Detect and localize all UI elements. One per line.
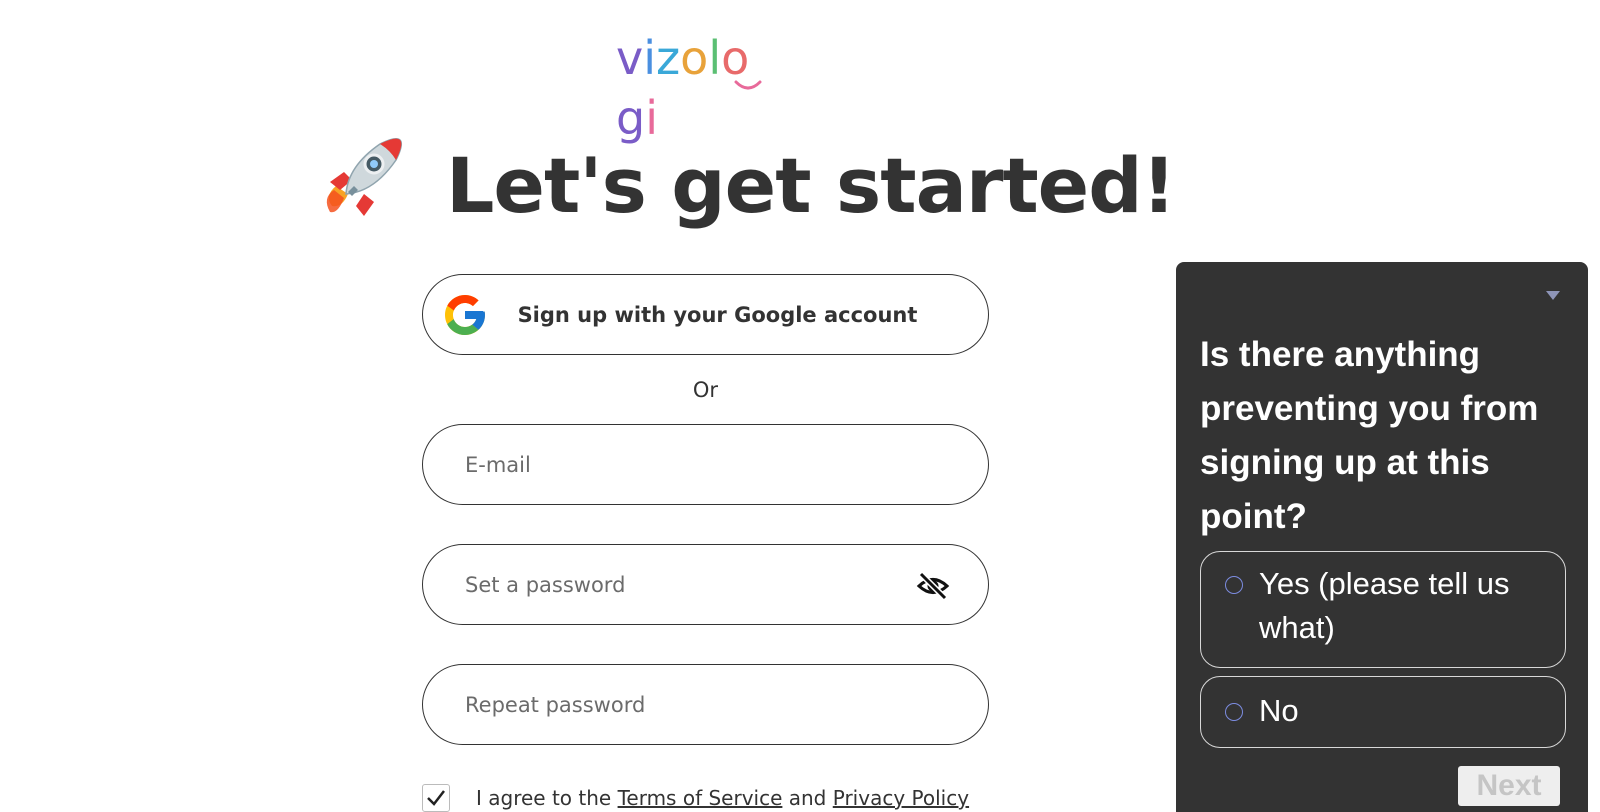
eye-slash-icon[interactable] <box>916 569 950 603</box>
google-signup-button[interactable]: Sign up with your Google account <box>422 274 989 355</box>
or-divider: Or <box>692 378 719 402</box>
terms-agreement: I agree to the Terms of Service and Priv… <box>422 784 969 812</box>
signup-page: vizologi vizologi Let's get started! Sig… <box>0 0 1600 812</box>
logo-letter: o <box>680 31 709 85</box>
repeat-password-input[interactable] <box>423 665 988 744</box>
radio-no[interactable] <box>1225 703 1243 721</box>
logo-letter: l <box>708 31 722 85</box>
password-input[interactable] <box>423 545 988 624</box>
rocket-icon <box>326 137 403 216</box>
agree-prefix: I agree to the <box>476 786 612 810</box>
repeat-password-field-wrapper <box>422 664 989 745</box>
logo-smile-icon <box>734 80 762 90</box>
logo-letter: o <box>721 31 750 85</box>
caret-down-icon[interactable] <box>1544 288 1562 302</box>
survey-next-button[interactable]: Next <box>1458 766 1560 806</box>
survey-option-no[interactable]: No <box>1200 676 1566 748</box>
logo-letter: z <box>656 31 681 85</box>
google-button-label: Sign up with your Google account <box>517 302 918 327</box>
checkmark-icon <box>427 790 445 806</box>
radio-yes[interactable] <box>1225 576 1243 594</box>
logo-letter: v <box>616 31 644 85</box>
terms-checkbox[interactable] <box>422 784 450 812</box>
privacy-policy-link[interactable]: Privacy Policy <box>833 786 969 810</box>
vizologi-logo[interactable]: vizologi vizologi <box>616 28 776 145</box>
survey-question: Is there anything preventing you from si… <box>1200 335 1539 536</box>
terms-of-service-link[interactable]: Terms of Service <box>618 786 783 810</box>
survey-option-yes-label: Yes (please tell us what) <box>1259 566 1510 645</box>
survey-option-yes[interactable]: Yes (please tell us what) <box>1200 551 1566 668</box>
logo-letter: i <box>643 31 657 85</box>
password-field-wrapper <box>422 544 989 625</box>
email-input[interactable] <box>423 425 988 504</box>
agree-and: and <box>788 786 827 810</box>
email-field-wrapper <box>422 424 989 505</box>
survey-option-no-label: No <box>1259 693 1299 728</box>
page-title: Let's get started! <box>446 141 1176 230</box>
